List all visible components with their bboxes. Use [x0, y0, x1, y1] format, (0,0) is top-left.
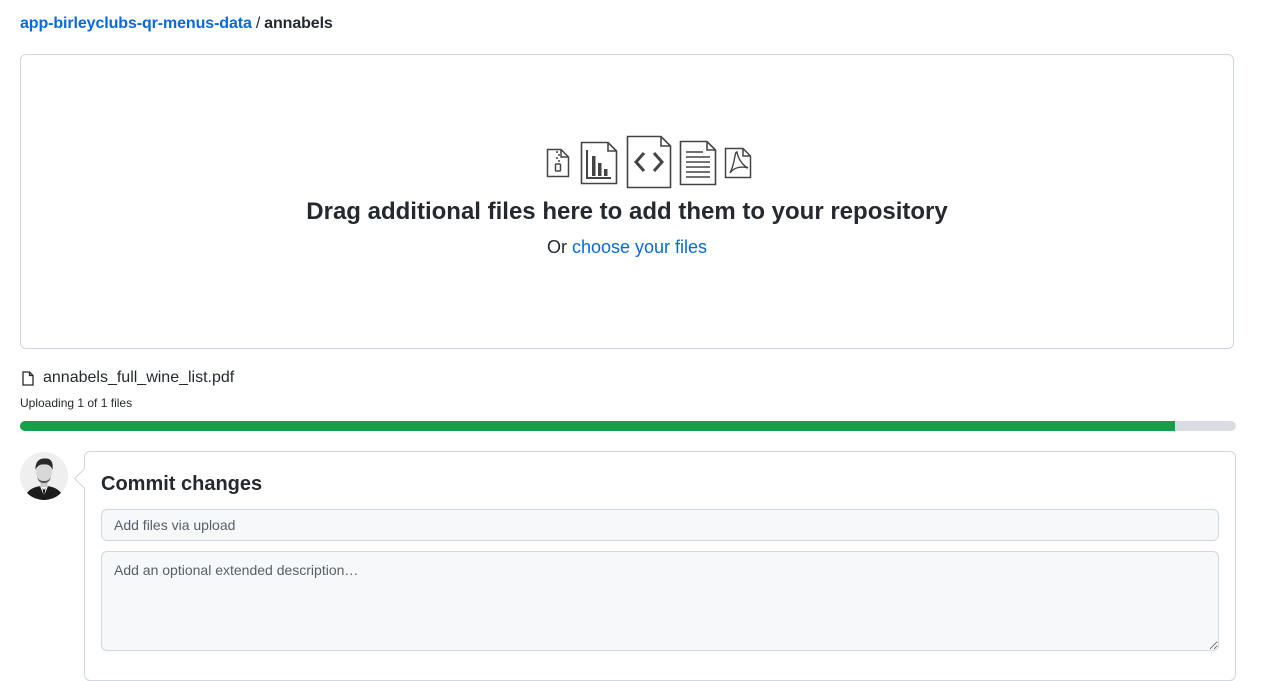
breadcrumb-repo-link[interactable]: app-birleyclubs-qr-menus-data [20, 15, 252, 32]
file-dropzone[interactable]: Drag additional files here to add them t… [20, 54, 1234, 349]
commit-summary-input[interactable] [101, 509, 1219, 541]
commit-description-textarea[interactable] [101, 551, 1219, 651]
file-icon [22, 371, 34, 386]
zip-file-icon [546, 148, 570, 178]
upload-progress-fill [20, 421, 1176, 431]
dropzone-title: Drag additional files here to add them t… [306, 198, 948, 225]
user-photo [20, 452, 68, 500]
code-file-icon [626, 135, 672, 189]
avatar[interactable] [20, 452, 68, 500]
commit-title: Commit changes [101, 473, 263, 495]
dropzone-or-text: Or [546, 237, 567, 257]
upload-status-text: Uploading 1 of 1 files [20, 396, 133, 410]
commit-changes-panel: Commit changes [84, 451, 1236, 681]
uploaded-file-name: annabels_full_wine_list.pdf [43, 369, 235, 386]
breadcrumb-separator: / [255, 15, 261, 32]
chart-file-icon [580, 141, 618, 185]
upload-progress-bar [20, 421, 1236, 431]
breadcrumb-current-folder: annabels [264, 15, 333, 32]
dropzone-subtitle: Or choose your files [21, 236, 1233, 258]
choose-files-link[interactable]: choose your files [572, 237, 707, 257]
pdf-file-icon [724, 147, 752, 179]
text-file-icon [679, 140, 717, 186]
file-type-icons [525, 135, 752, 189]
breadcrumb: app-birleyclubs-qr-menus-data / annabels [20, 14, 333, 34]
